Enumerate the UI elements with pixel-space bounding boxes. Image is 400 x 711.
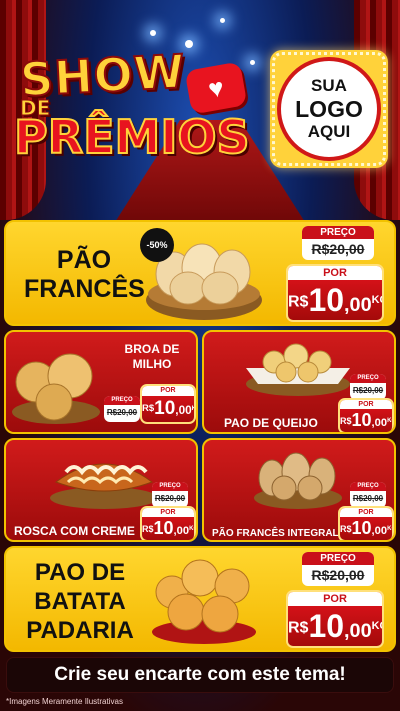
old-price-box: PREÇO R$20,00: [350, 374, 386, 400]
old-price-value: R$20,00: [106, 408, 138, 417]
old-price-box: PREÇO R$20,00: [350, 482, 386, 508]
logo-text-line2: LOGO: [295, 96, 363, 122]
price-unit: KG: [371, 620, 382, 632]
price-cents: ,00: [371, 417, 388, 429]
old-price-value: R$20,00: [352, 494, 384, 503]
new-price-value: R$10,00KG: [142, 396, 196, 422]
price-cents: ,00: [175, 404, 192, 418]
currency-symbol: R$: [142, 523, 154, 534]
old-price-box: PREÇO R$20,00: [302, 226, 374, 260]
price-cents: ,00: [344, 294, 372, 316]
old-price-box: PREÇO R$20,00: [104, 396, 140, 422]
price-integer: 10: [308, 608, 345, 644]
product-name-line: FRANCÊS: [24, 275, 145, 303]
new-price-value: R$10,00KG: [340, 409, 392, 432]
price-cents: ,00: [344, 620, 372, 642]
product-name-line: BROA DE: [124, 342, 180, 356]
new-price-label: POR: [142, 386, 194, 396]
product-card-rosca-com-creme: ROSCA COM CREME PREÇO R$20,00 POR R$10,0…: [4, 438, 198, 542]
bread-basket-icon: [152, 559, 256, 644]
new-price-value: R$10,00KG: [142, 517, 194, 540]
price-unit: KG: [191, 405, 196, 412]
price-cents: ,00: [371, 525, 388, 537]
product-card-broa-de-milho: BROA DE MILHO PREÇO R$20,00 POR R$10,00K…: [4, 330, 198, 434]
new-price-box: POR R$10,00KG: [286, 264, 384, 322]
bread-basket-icon: [246, 343, 350, 396]
logo-placeholder: SUA LOGO AQUI: [270, 50, 388, 168]
spotlight-decoration: [250, 60, 255, 65]
price-unit: KG: [371, 294, 382, 306]
flyer: SHOW DE PRÊMIOS ♥ SUA LOGO AQUI PÃO FRAN…: [0, 0, 400, 711]
currency-symbol: R$: [142, 403, 155, 414]
old-price-label: PREÇO: [350, 374, 386, 383]
product-card-pao-frances: PÃO FRANCÊS -50% PREÇO R$20,00 POR R$10,…: [4, 220, 396, 326]
old-price-value: R$20,00: [311, 241, 365, 257]
product-name-line: PÃO: [56, 246, 112, 274]
price-integer: 10: [351, 410, 372, 430]
currency-symbol: R$: [340, 415, 352, 426]
old-price-value: R$20,00: [154, 494, 186, 503]
logo-text-line3: AQUI: [307, 122, 351, 141]
old-price-box: PREÇO R$20,00: [152, 482, 188, 508]
price-integer: 10: [351, 518, 372, 538]
headline-premios: PRÊMIOS: [13, 109, 251, 165]
new-price-label: POR: [288, 592, 382, 606]
product-name-line: MILHO: [132, 357, 172, 371]
logo-text-line1: SUA: [311, 76, 347, 95]
spotlight-decoration: [220, 18, 225, 23]
new-price-box: POR R$10,00KG: [338, 398, 394, 432]
old-price-value: R$20,00: [352, 386, 384, 395]
price-integer: 10: [154, 398, 176, 420]
old-price-label: PREÇO: [302, 226, 374, 239]
product-card-pao-de-batata: PAO DE BATATA PADARIA PREÇO R$20,00 POR …: [4, 546, 396, 652]
new-price-box: POR R$10,00KG: [140, 506, 196, 540]
price-integer: 10: [153, 518, 174, 538]
new-price-label: POR: [288, 266, 382, 280]
product-name-line: ROSCA COM CREME: [14, 524, 135, 538]
disclaimer-footnote: *Imagens Meramente Ilustrativas: [6, 697, 123, 706]
spotlight-decoration: [150, 30, 156, 36]
product-card-pao-frances-integral: PÃO FRANCÊS INTEGRAL PREÇO R$20,00 POR R…: [202, 438, 396, 542]
new-price-value: R$10,00KG: [288, 280, 382, 320]
price-unit: KG: [387, 417, 392, 424]
old-price-label: PREÇO: [350, 482, 386, 491]
price-cents: ,00: [173, 525, 190, 537]
currency-symbol: R$: [288, 619, 309, 637]
old-price-box: PREÇO R$20,00: [302, 552, 374, 586]
price-unit: KG: [189, 525, 194, 532]
heart-icon: ♥: [184, 61, 248, 115]
new-price-label: POR: [340, 400, 392, 409]
product-name-line: BATATA: [34, 588, 126, 615]
bread-basket-icon: [50, 463, 158, 509]
product-name-line: PADARIA: [26, 617, 134, 644]
new-price-box: POR R$10,00KG: [338, 506, 394, 540]
product-card-pao-de-queijo: PAO DE QUEIJO PREÇO R$20,00 POR R$10,00K…: [202, 330, 396, 434]
currency-symbol: R$: [340, 523, 352, 534]
new-price-box: POR R$10,00KG: [140, 384, 196, 424]
price-integer: 10: [308, 282, 345, 318]
new-price-label: POR: [142, 508, 194, 517]
old-price-label: PREÇO: [152, 482, 188, 491]
bread-basket-icon: [12, 353, 100, 424]
product-name-line: PAO DE QUEIJO: [224, 416, 318, 430]
discount-badge: -50%: [140, 228, 174, 262]
product-name-line: PAO DE: [34, 559, 126, 586]
currency-symbol: R$: [288, 293, 309, 311]
new-price-label: POR: [340, 508, 392, 517]
new-price-value: R$10,00KG: [288, 606, 382, 646]
new-price-box: POR R$10,00KG: [286, 590, 384, 648]
old-price-value: R$20,00: [311, 567, 365, 583]
bread-basket-icon: [254, 452, 342, 509]
new-price-value: R$10,00KG: [340, 517, 392, 540]
cta-banner[interactable]: Crie seu encarte com este tema!: [6, 657, 394, 693]
old-price-label: PREÇO: [302, 552, 374, 565]
old-price-label: PREÇO: [104, 396, 140, 405]
price-unit: KG: [387, 525, 392, 532]
product-name-line: PÃO FRANCÊS INTEGRAL: [212, 528, 339, 539]
